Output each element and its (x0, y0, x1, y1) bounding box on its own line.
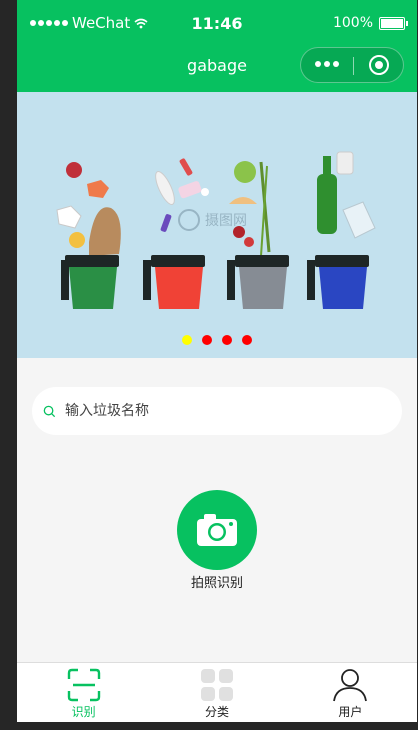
miniprogram-capsule (300, 47, 404, 83)
tab-user[interactable]: 用户 (284, 663, 417, 722)
camera-icon (197, 514, 237, 546)
tab-label-categories: 分类 (204, 705, 229, 719)
tab-categories[interactable]: 分类 (150, 663, 283, 722)
battery-info: 100% (332, 15, 408, 31)
status-bar: WeChat 11:46 100% (17, 0, 417, 46)
scan-icon (67, 668, 100, 702)
search-icon (43, 405, 56, 417)
indicator-dot-4[interactable] (242, 335, 252, 345)
search-input[interactable] (63, 402, 367, 420)
user-icon (333, 669, 368, 702)
capsule-divider (353, 57, 354, 75)
camera-label: 拍照识别 (190, 576, 243, 591)
tab-recognize[interactable]: 识别 (17, 663, 150, 722)
grid-icon (200, 669, 233, 701)
tab-label-user: 用户 (338, 705, 363, 719)
phone-screen: WeChat 11:46 100% gabage 摄图网 输入垃圾名称 拍照识别… (17, 0, 417, 722)
navigation-bar: gabage (17, 46, 417, 92)
banner-image: 摄图网 (17, 92, 417, 358)
indicator-dot-3[interactable] (222, 335, 232, 345)
battery-icon (379, 16, 408, 30)
search-bar[interactable] (32, 387, 402, 435)
indicator-dot-2[interactable] (202, 335, 212, 345)
close-miniprogram-icon[interactable] (369, 55, 389, 75)
tab-bar: 识别 分类 用户 (17, 662, 417, 722)
banner-carousel[interactable]: 摄图网 (17, 92, 417, 358)
tab-label-recognize: 识别 (71, 705, 96, 719)
camera-button[interactable] (177, 490, 257, 570)
carousel-indicators (17, 335, 417, 345)
battery-percent: 100% (332, 15, 373, 31)
more-icon[interactable] (315, 61, 339, 67)
indicator-dot-1[interactable] (182, 335, 192, 345)
